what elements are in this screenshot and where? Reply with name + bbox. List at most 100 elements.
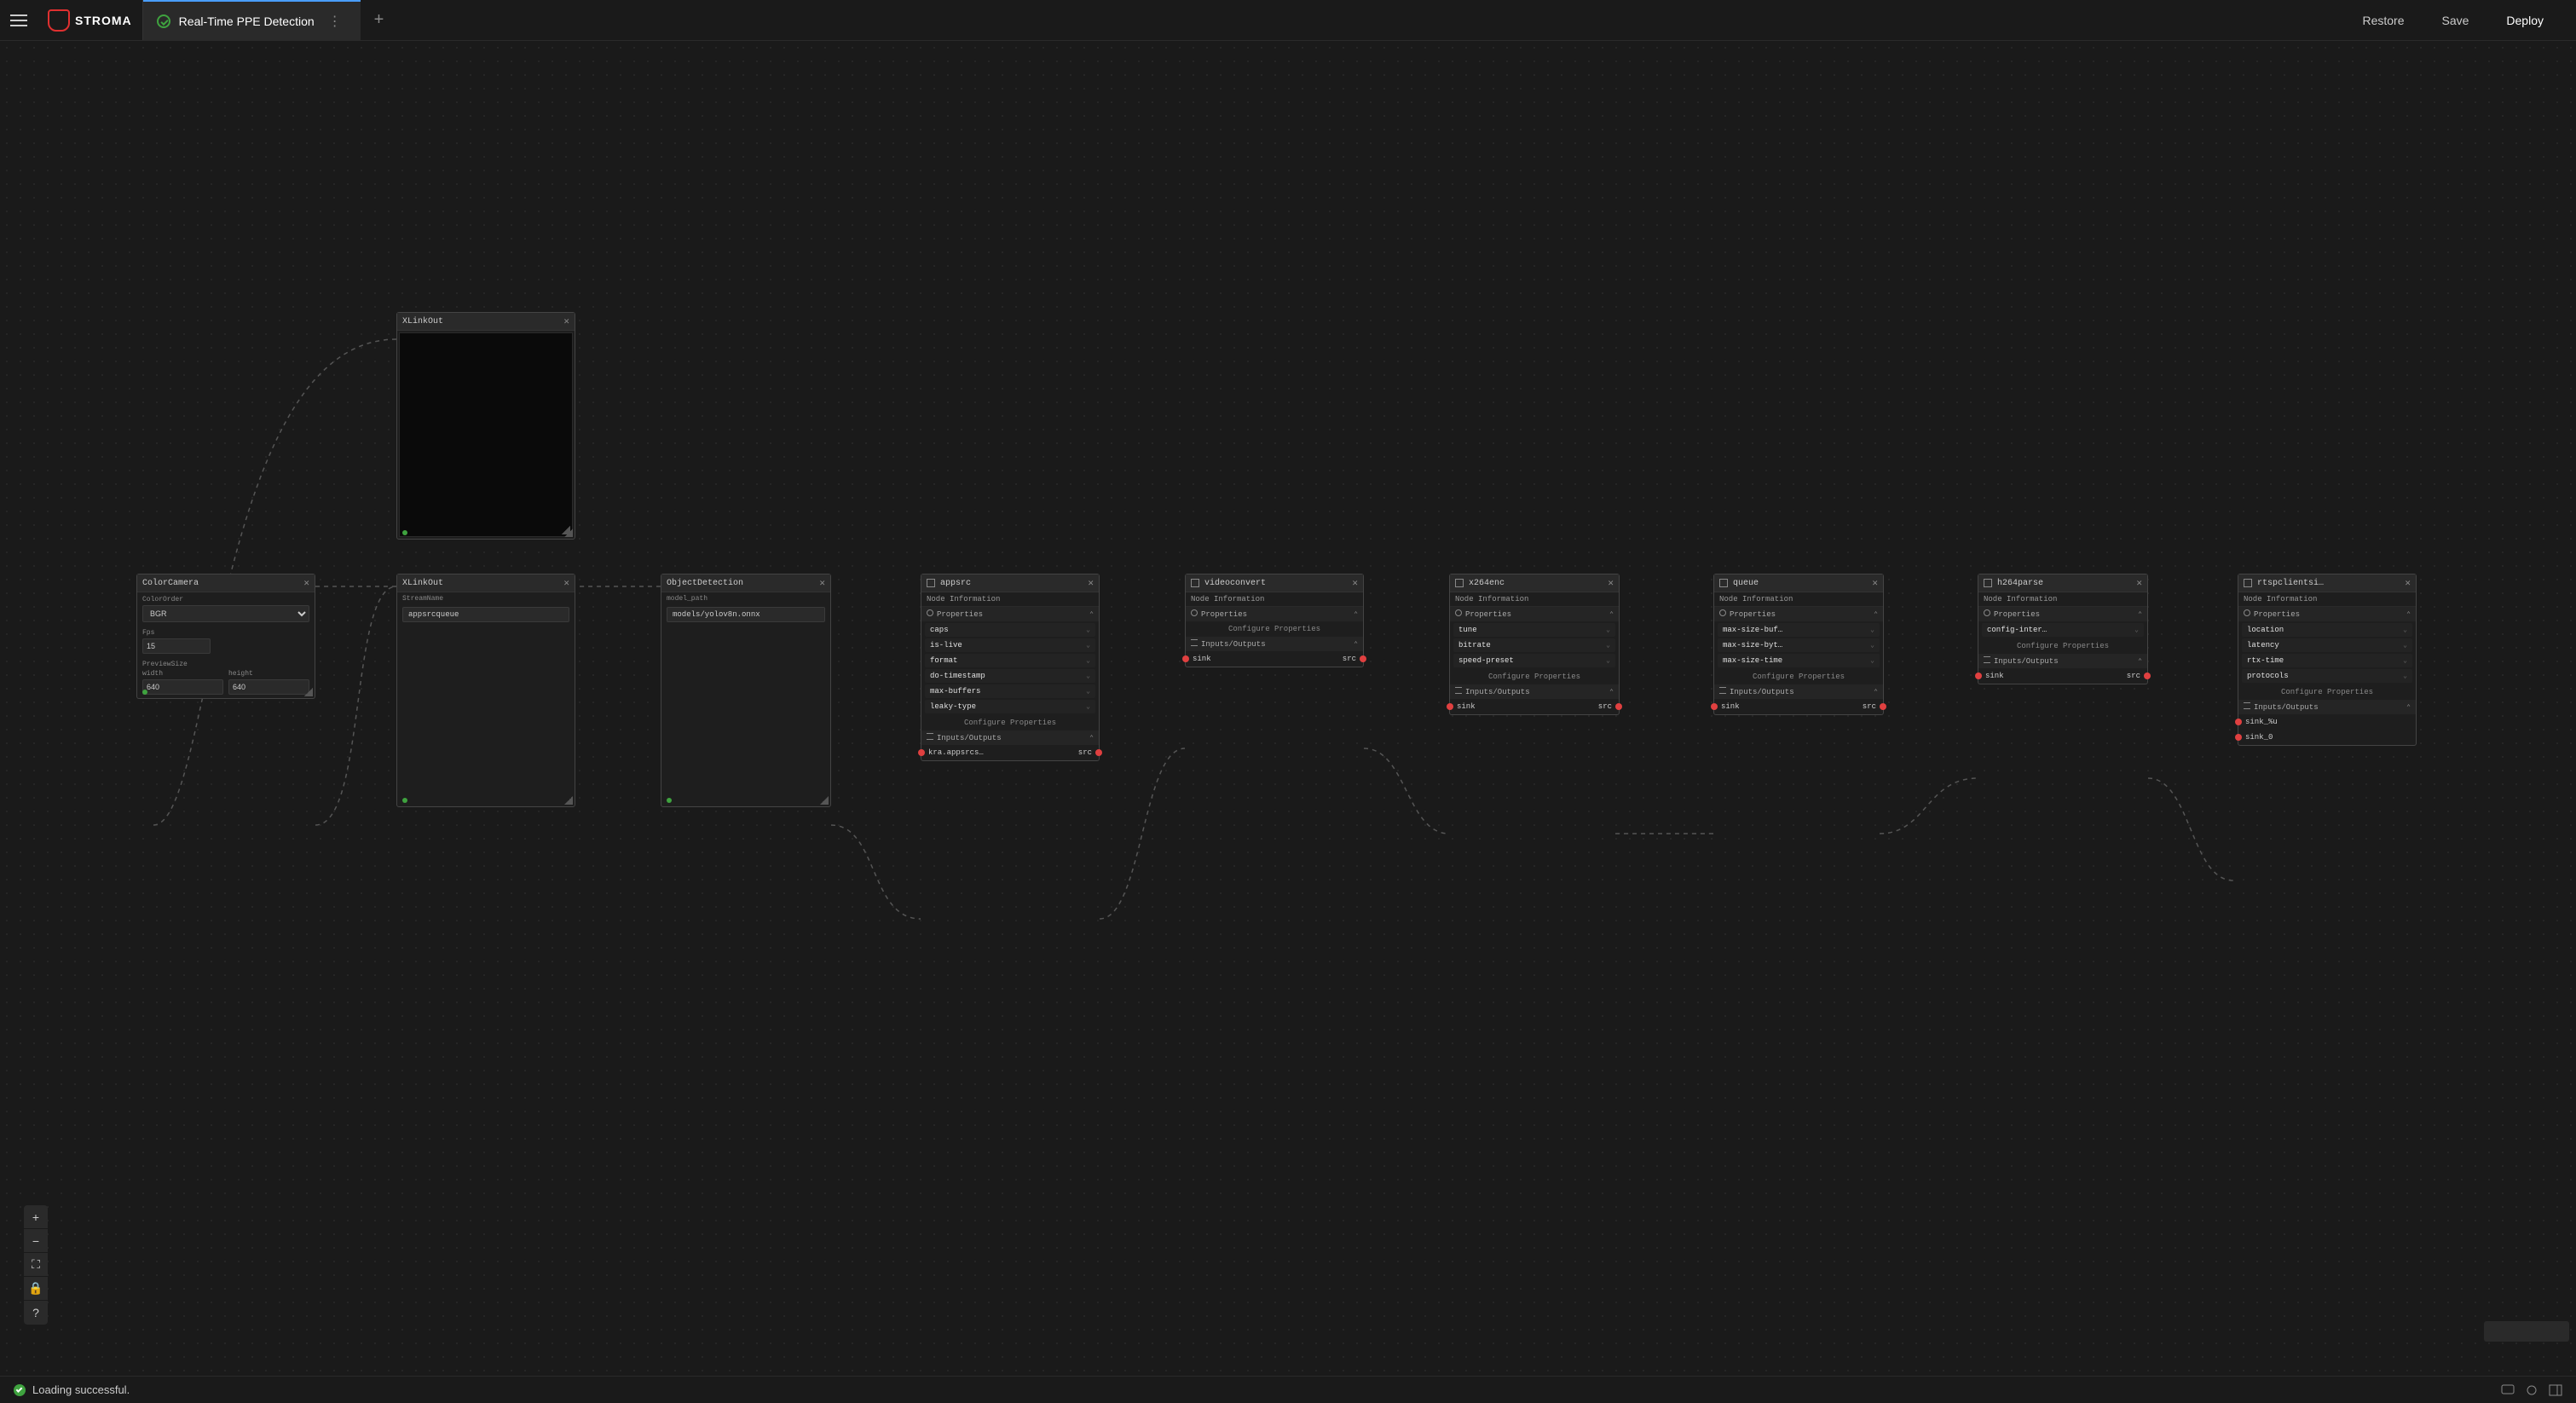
src-port[interactable] [1615,703,1622,710]
close-icon[interactable]: ✕ [563,315,569,327]
prop-tune[interactable]: tune⌄ [1453,623,1615,637]
close-icon[interactable]: ✕ [303,577,309,589]
node-info-section[interactable]: Node Information [1714,592,1883,607]
src-port[interactable] [1360,655,1366,662]
lock-button[interactable]: 🔒 [24,1277,48,1301]
node-header[interactable]: ObjectDetection ✕ [661,574,830,592]
configure-properties-link[interactable]: Configure Properties [921,715,1099,730]
prop-speed-preset[interactable]: speed-preset⌄ [1453,654,1615,667]
node-info-section[interactable]: Node Information [2238,592,2416,607]
node-rtspclientsink[interactable]: rtspclientsi… ✕ Node Information Propert… [2238,574,2417,746]
close-icon[interactable]: ✕ [819,577,825,589]
prop-config-interval[interactable]: config-inter…⌄ [1982,623,2144,637]
close-icon[interactable]: ✕ [563,577,569,589]
io-header[interactable]: Inputs/Outputs ⌃ [1978,654,2147,668]
properties-header[interactable]: Properties ⌃ [921,607,1099,621]
sink-port[interactable] [918,749,925,756]
prop-max-size-time[interactable]: max-size-time⌄ [1718,654,1880,667]
node-x264enc[interactable]: x264enc ✕ Node Information Properties ⌃ … [1449,574,1620,715]
io-header[interactable]: Inputs/Outputs ⌃ [1186,637,1363,651]
stream-name-value[interactable]: appsrcqueue [402,607,569,622]
tab-menu-button[interactable]: ⋮ [323,13,347,30]
prop-format[interactable]: format⌄ [925,654,1095,667]
prop-is-live[interactable]: is-live⌄ [925,638,1095,652]
settings-icon[interactable] [2525,1383,2538,1397]
io-header[interactable]: Inputs/Outputs ⌃ [1714,684,1883,699]
prop-latency[interactable]: latency⌄ [2242,638,2412,652]
sink-port[interactable] [1711,703,1718,710]
io-header[interactable]: Inputs/Outputs ⌃ [2238,700,2416,714]
resize-handle[interactable] [564,796,573,805]
sink-port[interactable] [2235,734,2242,741]
node-header[interactable]: rtspclientsi… ✕ [2238,574,2416,592]
prop-rtx-time[interactable]: rtx-time⌄ [2242,654,2412,667]
close-icon[interactable]: ✕ [1088,577,1094,589]
node-header[interactable]: h264parse ✕ [1978,574,2147,592]
resize-handle[interactable] [304,688,313,696]
deploy-button[interactable]: Deploy [2491,7,2559,34]
zoom-in-button[interactable]: + [24,1205,48,1229]
prop-max-buffers[interactable]: max-buffers⌄ [925,684,1095,698]
restore-button[interactable]: Restore [2347,7,2419,34]
io-header[interactable]: Inputs/Outputs ⌃ [1450,684,1619,699]
node-appsrc[interactable]: appsrc ✕ Node Information Properties ⌃ c… [921,574,1100,761]
node-header[interactable]: appsrc ✕ [921,574,1099,592]
menu-button[interactable] [0,0,38,41]
resize-handle[interactable] [564,528,573,537]
node-header[interactable]: videoconvert ✕ [1186,574,1363,592]
height-input[interactable] [228,679,309,695]
properties-header[interactable]: Properties ⌃ [2238,607,2416,621]
node-color-camera[interactable]: ColorCamera ✕ ColorOrder BGR Fps Preview… [136,574,315,699]
node-xlinkout-preview[interactable]: XLinkOut ✕ [396,312,575,540]
configure-properties-link[interactable]: Configure Properties [1450,669,1619,684]
configure-properties-link[interactable]: Configure Properties [1186,621,1363,637]
node-xlinkout-stream[interactable]: XLinkOut ✕ StreamName appsrcqueue [396,574,575,807]
node-header[interactable]: x264enc ✕ [1450,574,1619,592]
node-header[interactable]: queue ✕ [1714,574,1883,592]
src-port[interactable] [1095,749,1102,756]
sink-port[interactable] [2235,719,2242,725]
prop-max-size-buffers[interactable]: max-size-buf…⌄ [1718,623,1880,637]
src-port[interactable] [2144,673,2151,679]
prop-leaky-type[interactable]: leaky-type⌄ [925,700,1095,713]
zoom-out-button[interactable]: − [24,1229,48,1253]
node-header[interactable]: ColorCamera ✕ [137,574,315,592]
src-port[interactable] [1880,703,1886,710]
close-icon[interactable]: ✕ [2405,577,2411,589]
configure-properties-link[interactable]: Configure Properties [1978,638,2147,654]
close-icon[interactable]: ✕ [2136,577,2142,589]
prop-protocols[interactable]: protocols⌄ [2242,669,2412,683]
close-icon[interactable]: ✕ [1608,577,1614,589]
close-icon[interactable]: ✕ [1352,577,1358,589]
fps-input[interactable] [142,638,211,654]
width-input[interactable] [142,679,223,695]
model-path-value[interactable]: models/yolov8n.onnx [667,607,825,622]
properties-header[interactable]: Properties ⌃ [1714,607,1883,621]
prop-do-timestamp[interactable]: do-timestamp⌄ [925,669,1095,683]
configure-properties-link[interactable]: Configure Properties [1714,669,1883,684]
node-header[interactable]: XLinkOut ✕ [397,574,575,592]
node-queue[interactable]: queue ✕ Node Information Properties ⌃ ma… [1713,574,1884,715]
sink-port[interactable] [1447,703,1453,710]
node-canvas[interactable]: ColorCamera ✕ ColorOrder BGR Fps Preview… [0,41,2576,1376]
resize-handle[interactable] [820,796,829,805]
properties-header[interactable]: Properties ⌃ [1186,607,1363,621]
prop-max-size-bytes[interactable]: max-size-byt…⌄ [1718,638,1880,652]
node-h264parse[interactable]: h264parse ✕ Node Information Properties … [1978,574,2148,684]
node-object-detection[interactable]: ObjectDetection ✕ model_path models/yolo… [661,574,831,807]
node-info-section[interactable]: Node Information [921,592,1099,607]
save-button[interactable]: Save [2426,7,2484,34]
node-videoconvert[interactable]: videoconvert ✕ Node Information Properti… [1185,574,1364,667]
help-button[interactable]: ? [24,1301,48,1325]
node-info-section[interactable]: Node Information [1450,592,1619,607]
panel-toggle-icon[interactable] [2549,1383,2562,1397]
close-icon[interactable]: ✕ [1872,577,1878,589]
properties-header[interactable]: Properties ⌃ [1978,607,2147,621]
minimap[interactable] [2484,1321,2569,1342]
prop-location[interactable]: location⌄ [2242,623,2412,637]
prop-caps[interactable]: caps⌄ [925,623,1095,637]
configure-properties-link[interactable]: Configure Properties [2238,684,2416,700]
prop-bitrate[interactable]: bitrate⌄ [1453,638,1615,652]
sink-port[interactable] [1182,655,1189,662]
tab-active[interactable]: Real-Time PPE Detection ⋮ [143,0,361,41]
